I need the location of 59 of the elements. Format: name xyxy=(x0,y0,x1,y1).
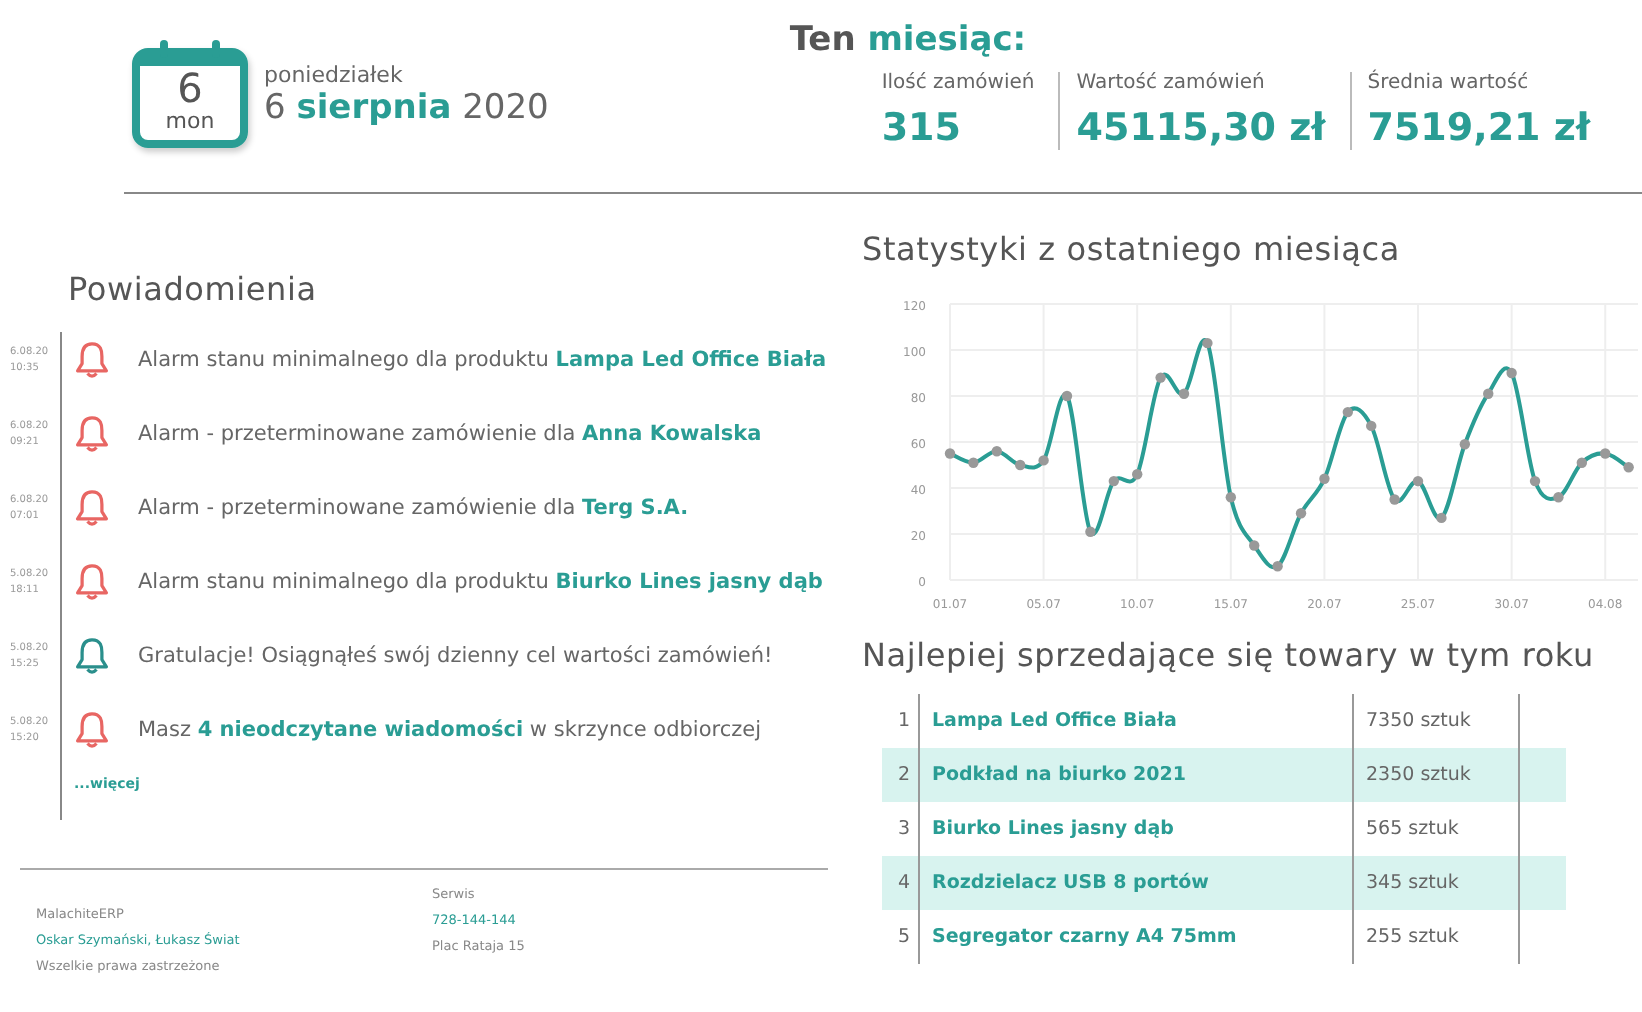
data-point xyxy=(1366,420,1377,432)
month-title: Ten miesiąc: xyxy=(789,20,1027,60)
data-point xyxy=(1553,492,1564,503)
product-name-cell[interactable]: Podkład na biurko 2021 xyxy=(920,764,1352,786)
rank-cell: 5 xyxy=(882,910,920,964)
weekday-label: poniedziałek xyxy=(264,61,405,87)
data-point xyxy=(1085,526,1096,537)
data-point xyxy=(1623,462,1634,473)
data-point xyxy=(1295,508,1307,519)
product-name-cell[interactable]: Rozdzielacz USB 8 portów xyxy=(920,872,1352,894)
data-point xyxy=(1342,406,1353,418)
rank-cell: 2 xyxy=(882,748,920,802)
data-point xyxy=(1202,337,1213,349)
section-title: Najlepiej sprzedające się towary w tym roku xyxy=(862,636,1596,674)
data-point xyxy=(1389,494,1400,505)
data-point xyxy=(968,457,979,468)
stat-label: Wartość zamówień xyxy=(1076,72,1267,94)
notification-text[interactable]: Alarm - przeterminowane zamówienie dla Terg S.A. xyxy=(138,495,689,519)
rank-cell: 4 xyxy=(882,856,920,910)
product-name-cell[interactable]: Lampa Led Office Biała xyxy=(920,710,1352,732)
stat-label: Ilość zamówień xyxy=(881,72,1035,94)
data-point xyxy=(1272,561,1283,572)
stat-value: 7519,21 zł xyxy=(1367,106,1590,150)
section-title: Powiadomienia xyxy=(68,270,319,308)
section-title: Statystyki z ostatniego miesiąca xyxy=(862,230,1402,268)
data-point xyxy=(1061,390,1073,402)
data-point xyxy=(1436,512,1447,524)
data-point xyxy=(1529,475,1541,487)
product-name-cell[interactable]: Biurko Lines jasny dąb xyxy=(920,818,1352,840)
notification-text[interactable]: Alarm - przeterminowane zamówienie dla Anna Kowalska xyxy=(138,421,762,445)
notification-text[interactable]: Alarm stanu minimalnego dla produktu Lampa Led Office Biała xyxy=(138,347,827,371)
data-point xyxy=(1412,475,1424,487)
data-point xyxy=(1108,475,1119,487)
amount-cell: 2350 sztuk xyxy=(1352,748,1520,802)
stat-value: 315 xyxy=(881,106,963,150)
data-point xyxy=(1132,469,1143,480)
notification-text[interactable]: Masz 4 nieodczytane wiadomości w skrzynce odbiorczej xyxy=(138,717,762,741)
data-point xyxy=(1155,372,1166,383)
data-point xyxy=(991,446,1002,457)
notification-text[interactable]: Alarm stanu minimalnego dla produktu Biurko Lines jasny dąb xyxy=(138,569,823,593)
amount-cell: 255 sztuk xyxy=(1352,910,1520,964)
data-point xyxy=(1225,492,1236,503)
data-point xyxy=(1600,448,1611,459)
data-point xyxy=(944,448,956,459)
data-point xyxy=(1038,455,1049,466)
date-text: 6 sierpnia 2020 xyxy=(264,87,549,127)
data-point xyxy=(1319,473,1330,484)
product-name-cell[interactable]: Segregator czarny A4 75mm xyxy=(920,926,1352,948)
notification-text[interactable]: Gratulacje! Osiągnąłeś swój dzienny cel wartości zamówień! xyxy=(138,643,773,667)
data-point xyxy=(1249,540,1260,551)
stat-label: Średnia wartość xyxy=(1367,72,1531,94)
data-point xyxy=(1178,388,1190,399)
data-point xyxy=(1483,388,1494,399)
data-point xyxy=(1015,459,1026,471)
data-point xyxy=(1506,367,1517,379)
stat-value: 45115,30 zł xyxy=(1076,106,1326,150)
data-point xyxy=(1576,457,1588,468)
amount-cell: 345 sztuk xyxy=(1352,856,1520,910)
data-point xyxy=(1459,439,1471,450)
